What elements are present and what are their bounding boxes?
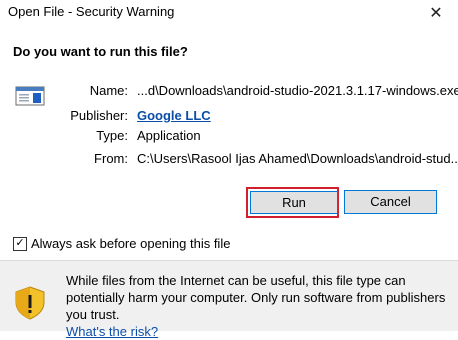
application-file-icon (15, 86, 45, 106)
name-label: Name: (89, 83, 128, 98)
cancel-button[interactable]: Cancel (344, 190, 437, 214)
run-button[interactable]: Run (250, 191, 338, 214)
shield-warning-icon (15, 286, 45, 320)
from-value: C:\Users\Rasool Ijas Ahamed\Downloads\an… (137, 151, 458, 166)
title-bar: Open File - Security Warning ✕ (0, 0, 458, 26)
publisher-label: Publisher: (70, 108, 128, 123)
window-title: Open File - Security Warning (8, 4, 175, 19)
type-value: Application (137, 128, 201, 143)
close-button[interactable]: ✕ (414, 0, 458, 26)
dialog-question: Do you want to run this file? (13, 44, 188, 59)
from-label: From: (94, 151, 128, 166)
always-ask-checkbox[interactable]: ✓ (13, 236, 27, 251)
type-label: Type: (96, 128, 128, 143)
always-ask-row[interactable]: ✓ Always ask before opening this file (13, 236, 230, 251)
check-icon: ✓ (15, 237, 25, 249)
close-icon: ✕ (429, 5, 443, 22)
publisher-link[interactable]: Google LLC (137, 108, 211, 123)
warning-text: While files from the Internet can be use… (66, 273, 446, 322)
warning-message: While files from the Internet can be use… (66, 272, 451, 340)
always-ask-label: Always ask before opening this file (31, 236, 231, 251)
name-value: ...d\Downloads\android-studio-2021.3.1.1… (137, 83, 458, 98)
whats-the-risk-link[interactable]: What's the risk? (66, 324, 158, 339)
